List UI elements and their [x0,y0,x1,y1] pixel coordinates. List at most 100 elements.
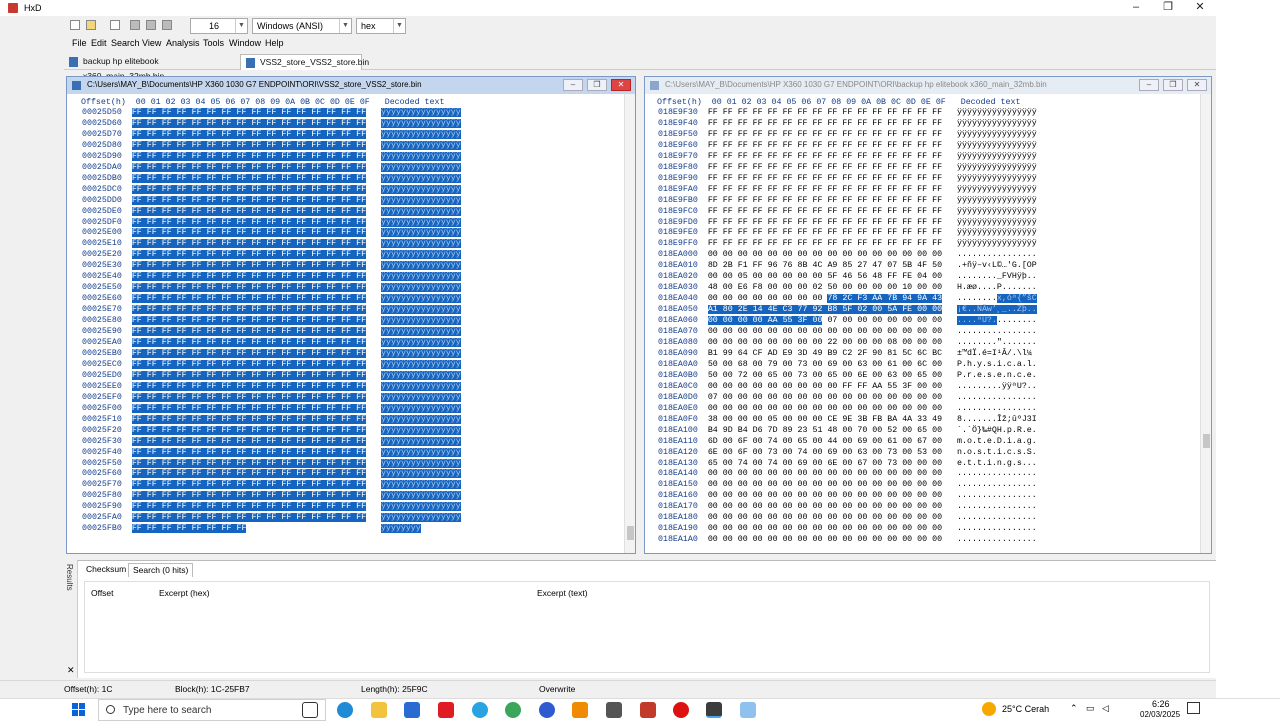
row-decoded-text[interactable]: ÿÿÿÿÿÿÿÿÿÿÿÿÿÿÿÿ [381,261,461,271]
hex-row[interactable]: 00025E50 FF FF FF FF FF FF FF FF FF FF F… [82,283,461,294]
vertical-scrollbar[interactable] [624,94,635,553]
close-button[interactable]: ✕ [1184,0,1216,16]
row-hex-bytes[interactable]: FF FF FF FF FF FF FF FF FF FF FF FF FF F… [131,294,367,304]
row-decoded-text[interactable]: ÿÿÿÿÿÿÿÿÿÿÿÿÿÿÿÿ [381,370,461,380]
taskbar-search-box[interactable]: Type here to search [98,699,326,721]
chrome-icon[interactable] [505,702,521,718]
clock-time[interactable]: 6:26 [1152,699,1170,709]
row-hex-bytes[interactable]: 65 00 74 00 74 00 69 00 6E 00 67 00 73 0… [708,459,942,468]
row-decoded-text[interactable]: m.o.t.e.D.i.a.g. [957,437,1037,446]
row-decoded-text[interactable]: ÿÿÿÿÿÿÿÿÿÿÿÿÿÿÿÿ [381,316,461,326]
row-decoded-text[interactable]: ÿÿÿÿÿÿÿÿÿÿÿÿÿÿÿÿ [957,185,1037,194]
cut-icon[interactable] [130,20,140,30]
row-decoded-text[interactable]: ÿÿÿÿÿÿÿÿÿÿÿÿÿÿÿÿ [381,239,461,249]
hex-row[interactable]: 00025E10 FF FF FF FF FF FF FF FF FF FF F… [82,239,461,250]
row-hex-bytes[interactable]: FF FF FF FF FF FF FF FF FF FF FF FF FF F… [131,184,367,194]
hex-row[interactable]: 00025DE0 FF FF FF FF FF FF FF FF FF FF F… [82,206,461,218]
row-hex-bytes[interactable]: 00 00 00 00 AA 55 3F 00 07 00 00 00 00 0… [707,316,942,326]
hex-row[interactable]: 018EA000 00 00 00 00 00 00 00 00 00 00 0… [658,250,1037,261]
row-decoded-text[interactable]: ÿÿÿÿÿÿÿÿÿÿÿÿÿÿÿÿ [381,140,461,150]
task-view-icon[interactable] [302,702,318,718]
notes-icon[interactable] [740,702,756,718]
hex-row[interactable]: 00025DF0 FF FF FF FF FF FF FF FF FF FF F… [82,217,461,229]
hex-rows[interactable]: 018E9F30 FF FF FF FF FF FF FF FF FF FF F… [658,108,1037,546]
hex-row[interactable]: 018EA0C0 00 00 00 00 00 00 00 00 00 FF F… [658,382,1037,393]
row-decoded-text[interactable]: ÿÿÿÿÿÿÿÿÿÿÿÿÿÿÿÿ [957,196,1037,205]
row-decoded-text[interactable]: ÿÿÿÿÿÿÿÿÿÿÿÿÿÿÿÿ [957,141,1037,150]
hex-row[interactable]: 018E9FF0 FF FF FF FF FF FF FF FF FF FF F… [658,239,1037,250]
row-hex-bytes[interactable]: FF FF FF FF FF FF FF FF FF FF FF FF FF F… [131,469,367,479]
weather-sun-icon[interactable] [982,702,996,716]
row-hex-bytes[interactable]: 00 00 00 00 00 00 00 00 00 00 00 00 00 0… [708,480,942,489]
hex-row[interactable]: 00025D80 FF FF FF FF FF FF FF FF FF FF F… [82,140,461,152]
row-decoded-text[interactable]: ÿÿÿÿÿÿÿÿÿÿÿÿÿÿÿÿ [381,294,461,304]
row-decoded-text[interactable]: ÿÿÿÿÿÿÿÿÿÿÿÿÿÿÿÿ [381,338,461,348]
hex-row[interactable]: 018EA040 00 00 00 00 00 00 00 00 78 2C F… [658,294,1037,305]
hex-row[interactable]: 018E9F80 FF FF FF FF FF FF FF FF FF FF F… [658,163,1037,174]
row-hex-bytes[interactable]: 00 00 00 00 00 00 00 00 00 00 00 00 00 0… [708,491,942,500]
hex-row[interactable]: 018EA130 65 00 74 00 74 00 69 00 6E 00 6… [658,459,1037,470]
status-mode[interactable]: Overwrite [539,684,575,694]
row-decoded-text[interactable]: ÿÿÿÿÿÿÿÿÿÿÿÿÿÿÿÿ [957,163,1037,172]
row-hex-bytes[interactable]: 00 00 00 00 00 00 00 00 00 00 00 00 00 0… [708,469,942,478]
hex-row[interactable]: 00025E30 FF FF FF FF FF FF FF FF FF FF F… [82,261,461,272]
row-hex-bytes[interactable]: FF FF FF FF FF FF FF FF FF FF FF FF FF F… [708,163,942,172]
row-hex-bytes[interactable]: 00 00 00 00 00 00 00 00 00 00 00 00 00 0… [708,250,942,259]
telegram-icon[interactable] [472,702,488,718]
row-decoded-text[interactable]: ÿÿÿÿÿÿÿÿÿÿÿÿÿÿÿÿ [381,513,461,523]
hex-row[interactable]: 018E9F60 FF FF FF FF FF FF FF FF FF FF F… [658,141,1037,152]
hex-row[interactable]: 00025E80 FF FF FF FF FF FF FF FF FF FF F… [82,316,461,327]
row-hex-bytes[interactable]: FF FF FF FF FF FF FF FF FF FF FF FF FF F… [131,261,367,271]
row-decoded-text[interactable]: ÿÿÿÿÿÿÿÿÿÿÿÿÿÿÿÿ [381,403,461,413]
row-hex-bytes[interactable]: FF FF FF FF FF FF FF FF FF FF FF FF FF F… [131,195,367,205]
hex-row[interactable]: 00025F60 FF FF FF FF FF FF FF FF FF FF F… [82,469,461,480]
hex-row[interactable]: 018EA150 00 00 00 00 00 00 00 00 00 00 0… [658,480,1037,491]
hex-row[interactable]: 00025EB0 FF FF FF FF FF FF FF FF FF FF F… [82,348,461,360]
hex-row[interactable]: 00025FA0 FF FF FF FF FF FF FF FF FF FF F… [82,513,461,524]
hex-row[interactable]: 00025F70 FF FF FF FF FF FF FF FF FF FF F… [82,480,461,491]
row-decoded-text[interactable]: ÿÿÿÿÿÿÿÿÿÿÿÿÿÿÿÿ [381,151,461,161]
row-decoded-text[interactable]: ±™dÏ.é=I¹Â/.\l¼ [957,349,1032,358]
new-file-icon[interactable] [70,20,80,30]
maximize-button[interactable]: ❐ [1152,0,1184,16]
hex-editor-left[interactable]: C:\Users\MAY_B\Documents\HP X360 1030 G7… [66,76,636,554]
row-hex-bytes[interactable]: FF FF FF FF FF FF FF FF FF FF FF FF FF F… [131,173,367,183]
row-hex-bytes[interactable]: 48 00 E6 F8 00 00 00 02 50 00 00 00 00 1… [708,283,942,292]
row-decoded-text[interactable]: ÿÿÿÿÿÿÿÿÿÿÿÿÿÿÿÿ [381,272,461,282]
hex-row[interactable]: 00025D70 FF FF FF FF FF FF FF FF FF FF F… [82,129,461,141]
windows-start-icon[interactable] [72,703,86,717]
row-hex-bytes[interactable]: FF FF FF FF FF FF FF FF FF FF FF FF FF F… [131,206,367,216]
scrollbar-thumb[interactable] [627,526,634,540]
hex-row[interactable]: 018EA160 00 00 00 00 00 00 00 00 00 00 0… [658,491,1037,502]
hex-row[interactable]: 018EA020 00 00 05 00 00 00 00 00 5F 46 5… [658,272,1037,283]
row-hex-bytes[interactable]: FF FF FF FF FF FF FF FF FF FF FF FF FF F… [131,381,367,391]
row-decoded-text[interactable]: ÿÿÿÿÿÿÿÿÿÿÿÿÿÿÿÿ [957,228,1037,237]
hex-row[interactable]: 018EA060 00 00 00 00 AA 55 3F 00 07 00 0… [658,316,1037,327]
panel-restore-button[interactable]: ❐ [587,79,607,91]
row-decoded-text[interactable]: ÿÿÿÿÿÿÿÿÿÿÿÿÿÿÿÿ [957,130,1037,139]
hex-row[interactable]: 00025D60 FF FF FF FF FF FF FF FF FF FF F… [82,118,461,130]
row-hex-bytes[interactable]: FF FF FF FF FF FF FF FF FF FF FF FF FF F… [131,414,367,424]
row-hex-bytes[interactable]: FF FF FF FF FF FF FF FF FF FF FF FF FF F… [131,436,367,446]
display-mode-select[interactable]: hex ▼ [356,18,406,34]
row-decoded-text[interactable]: ÿÿÿÿÿÿÿÿÿÿÿÿÿÿÿÿ [381,184,461,194]
hex-row[interactable]: 018EA0F0 38 00 00 00 05 00 00 00 CE 9E 3… [658,415,1037,426]
row-decoded-text[interactable]: ÿÿÿÿÿÿÿÿÿÿÿÿÿÿÿÿ [381,129,461,139]
row-hex-bytes[interactable]: 50 00 68 00 79 00 73 00 69 00 63 00 61 0… [708,360,942,369]
hex-row[interactable]: 00025F30 FF FF FF FF FF FF FF FF FF FF F… [82,436,461,448]
hex-row[interactable]: 018E9FE0 FF FF FF FF FF FF FF FF FF FF F… [658,228,1037,239]
row-hex-bytes[interactable]: 00 00 00 00 00 00 00 00 78 2C F3 AA 7B 9… [708,294,943,304]
row-hex-bytes[interactable]: FF FF FF FF FF FF FF FF FF FF FF FF FF F… [131,140,367,150]
hex-row[interactable]: 018EA050 A1 80 2E 14 4E C3 77 92 B8 5F 0… [658,305,1037,316]
row-hex-bytes[interactable]: 00 00 00 00 00 00 00 00 00 00 00 00 00 0… [708,404,942,413]
row-hex-bytes[interactable]: 38 00 00 00 05 00 00 00 CE 9E 3B FB BA 4… [708,415,942,424]
row-decoded-text[interactable]: ÿÿÿÿÿÿÿÿÿÿÿÿÿÿÿÿ [957,119,1037,128]
hex-row[interactable]: 00025E40 FF FF FF FF FF FF FF FF FF FF F… [82,272,461,283]
row-hex-bytes[interactable]: FF FF FF FF FF FF FF FF FF FF FF FF FF F… [131,338,367,348]
row-decoded-text[interactable]: ÿÿÿÿÿÿÿÿÿÿÿÿÿÿÿÿ [381,480,461,490]
hex-row[interactable]: 00025E70 FF FF FF FF FF FF FF FF FF FF F… [82,305,461,316]
row-decoded-text[interactable]: ÿÿÿÿÿÿÿÿÿÿÿÿÿÿÿÿ [381,195,461,205]
hex-row[interactable]: 00025D50 FF FF FF FF FF FF FF FF FF FF F… [82,108,461,119]
row-hex-bytes[interactable]: FF FF FF FF FF FF FF FF FF FF FF FF FF F… [131,425,367,435]
menu-view[interactable]: View [142,38,161,48]
